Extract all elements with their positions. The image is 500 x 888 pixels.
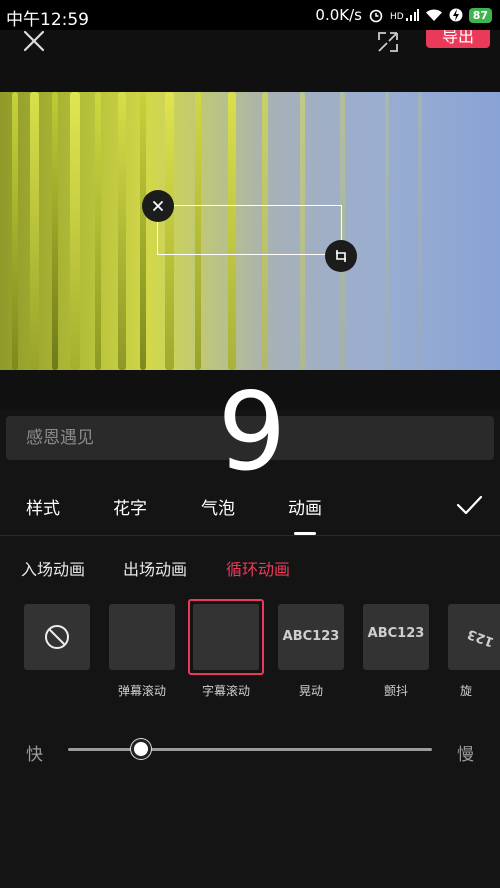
text-bounding-box[interactable] <box>157 205 342 255</box>
fullscreen-icon[interactable] <box>376 30 400 54</box>
export-button[interactable]: 导出 <box>426 30 490 48</box>
confirm-check-icon[interactable] <box>454 492 484 518</box>
animation-option-subtitle-scroll[interactable] <box>188 599 264 675</box>
tab-bubble[interactable]: 气泡 <box>201 494 235 519</box>
network-speed: 0.0K/s <box>315 6 362 24</box>
none-icon <box>45 625 69 649</box>
animation-preview-text: ABC123 <box>282 629 340 644</box>
willow-strand <box>12 92 18 370</box>
subtab-loop[interactable]: 循环动画 <box>226 556 290 580</box>
animation-preview-text: ABC123 <box>367 626 425 641</box>
willow-strand <box>70 92 80 370</box>
overlay-digit: 9 <box>217 370 287 495</box>
animation-preview-text: 123 <box>465 625 497 650</box>
style-tabs: 样式 花字 气泡 动画 <box>0 480 500 536</box>
animation-thumb <box>193 604 259 670</box>
hd-label: HD <box>389 12 404 22</box>
animation-label: 颤抖 <box>383 684 408 698</box>
tab-fancy-text[interactable]: 花字 <box>113 494 147 519</box>
animation-label: 晃动 <box>298 684 323 698</box>
willow-strand <box>140 92 146 370</box>
status-icons: 0.0K/s HD 87 <box>315 5 492 25</box>
speed-slider-row: 快 慢 <box>0 730 500 770</box>
tab-animation[interactable]: 动画 <box>288 494 322 519</box>
video-preview[interactable] <box>0 92 500 370</box>
animation-label: 旋 <box>459 684 472 698</box>
alarm-icon <box>369 9 383 23</box>
editor-top-bar: 导出 <box>0 30 500 92</box>
active-tab-indicator <box>294 532 316 535</box>
speed-fast-label: 快 <box>26 745 43 765</box>
animation-option-tremble[interactable]: ABC123 <box>363 604 429 670</box>
animation-label: 字幕滚动 <box>201 684 250 698</box>
animation-options: 弹幕滚动 字幕滚动 ABC123 晃动 ABC123 颤抖 123 旋 <box>0 598 500 708</box>
willow-strand <box>52 92 58 370</box>
rotate-icon <box>336 250 346 262</box>
animation-none-option[interactable] <box>24 604 90 670</box>
status-bar: 中午12:59 0.0K/s HD 87 <box>0 0 500 30</box>
close-icon[interactable] <box>20 30 48 58</box>
animation-option-rotate[interactable]: 123 <box>448 604 500 670</box>
animation-type-tabs: 入场动画 出场动画 循环动画 <box>0 550 500 584</box>
speed-slider-thumb[interactable] <box>130 739 151 759</box>
willow-strand <box>95 92 101 370</box>
delete-text-button[interactable] <box>142 190 174 222</box>
hd-signal-icon: HD <box>390 8 419 22</box>
animation-option-shake[interactable]: ABC123 <box>278 604 344 670</box>
subtab-entrance[interactable]: 入场动画 <box>21 556 85 580</box>
animation-label: 弹幕滚动 <box>117 684 166 698</box>
speed-slow-label: 慢 <box>457 745 474 765</box>
tab-style[interactable]: 样式 <box>26 494 60 519</box>
animation-option-danmaku[interactable] <box>109 604 175 670</box>
willow-strand <box>418 92 422 370</box>
close-icon <box>153 201 163 211</box>
willow-strand <box>118 92 126 370</box>
battery-indicator: 87 <box>468 7 492 23</box>
willow-strand <box>30 92 39 370</box>
subtab-exit[interactable]: 出场动画 <box>123 556 187 580</box>
wifi-icon <box>425 9 442 21</box>
status-time: 中午12:59 <box>6 10 89 30</box>
speed-slider-track[interactable] <box>68 748 432 751</box>
charging-icon <box>449 8 463 22</box>
rotate-scale-handle[interactable] <box>325 240 357 272</box>
willow-strand <box>385 92 389 370</box>
